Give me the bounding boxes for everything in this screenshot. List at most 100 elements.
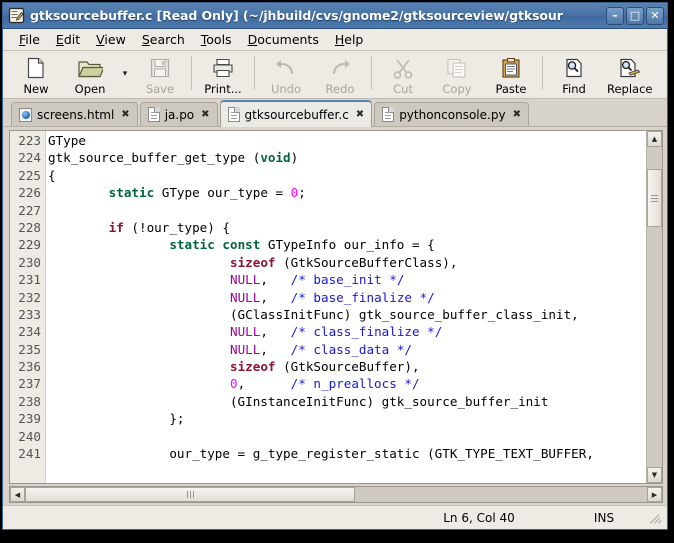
menu-file[interactable]: File [11, 30, 48, 49]
menu-help[interactable]: Help [327, 30, 372, 49]
line-number: 240 [18, 428, 41, 444]
code-token: static [108, 185, 155, 201]
code-token: void [260, 150, 291, 166]
tab-pythonconsole-py[interactable]: pythonconsole.py ✖ [374, 102, 529, 126]
chevron-down-icon[interactable]: ▾ [117, 54, 133, 94]
cut-button[interactable]: Cut [376, 54, 430, 96]
code-token: /* class_finalize */ [290, 324, 443, 340]
paste-button[interactable]: Paste [484, 54, 538, 96]
undo-button[interactable]: Undo [259, 54, 313, 96]
line-number-gutter: 223 224 225 226 227 228 229 230 231 232 233 234 235 2… [10, 131, 46, 483]
cut-button-label: Cut [393, 82, 413, 96]
copy-button[interactable]: Copy [430, 54, 484, 96]
line-number: 226 [18, 185, 41, 201]
find-button[interactable]: Find [547, 54, 601, 96]
tab-label: ja.po [164, 107, 195, 122]
minimize-button[interactable]: – [606, 6, 624, 25]
undo-arrow-icon [274, 55, 298, 81]
line-number: 235 [18, 341, 41, 357]
paste-button-label: Paste [495, 82, 527, 96]
line-number: 227 [18, 202, 41, 218]
code-token: NULL [229, 289, 261, 305]
menu-edit-rest: dit [63, 32, 81, 47]
code-token: , [260, 324, 291, 340]
replace-button[interactable]: Replace [601, 54, 659, 96]
maximize-button[interactable]: □ [626, 6, 644, 25]
insert-mode-indicator: INS [593, 510, 615, 525]
line-number: 236 [18, 359, 41, 375]
tab-screens-html[interactable]: screens.html ✖ [11, 102, 138, 126]
horizontal-scroll-track[interactable] [25, 487, 647, 502]
code-area[interactable]: 223 224 225 226 227 228 229 230 231 232 233 234 235 2… [10, 131, 646, 483]
save-button[interactable]: Save [133, 54, 187, 96]
tab-close-icon[interactable]: ✖ [121, 109, 129, 120]
code-token: , [237, 376, 291, 392]
menu-search[interactable]: Search [134, 30, 193, 49]
code-token: sizeof [229, 359, 276, 375]
editor-view: 223 224 225 226 227 228 229 230 231 232 233 234 235 2… [9, 130, 663, 484]
toolbar: New Open ▾ Save Print... Undo Redo Cut C… [3, 51, 667, 99]
code-token: gtk_source_buffer_get_type ( [48, 150, 261, 166]
menu-documents-mnemonic: D [247, 32, 258, 47]
scroll-up-button[interactable]: ▲ [647, 131, 662, 147]
code-line: sizeof (GtkSourceBufferClass), [48, 254, 646, 271]
close-button[interactable]: ✕ [646, 6, 664, 25]
resize-grip-icon[interactable] [649, 511, 663, 525]
code-token: /* class_data */ [290, 341, 412, 357]
menubar: File Edit View Search Tools Documents He… [3, 29, 667, 51]
code-token: (GInstanceInitFunc) gtk_source_buffer_in… [48, 393, 549, 409]
open-button[interactable]: Open [63, 54, 117, 96]
code-line: 0, /* n_preallocs */ [48, 375, 646, 392]
menu-view-rest: iew [104, 32, 126, 47]
print-button[interactable]: Print... [196, 54, 250, 96]
vertical-scroll-thumb[interactable] [647, 169, 662, 227]
horizontal-scroll-thumb[interactable] [25, 487, 355, 502]
redo-button-label: Redo [325, 82, 355, 96]
line-number: 229 [18, 237, 41, 253]
text-file-icon [227, 107, 240, 122]
toolbar-separator [371, 56, 372, 90]
html-file-icon [19, 107, 32, 122]
tab-ja-po[interactable]: ja.po ✖ [139, 102, 218, 126]
code-line: (GInstanceInitFunc) gtk_source_buffer_in… [48, 393, 646, 410]
statusbar: Ln 6, Col 40 INS [3, 505, 667, 529]
scroll-down-button[interactable]: ▼ [647, 467, 662, 483]
scroll-left-button[interactable]: ◀ [10, 487, 25, 502]
line-number: 237 [18, 376, 41, 392]
clipboard-paste-icon [500, 55, 522, 81]
redo-button[interactable]: Redo [313, 54, 367, 96]
code-token: 0 [229, 376, 238, 392]
save-button-label: Save [145, 82, 175, 96]
copy-button-label: Copy [442, 82, 472, 96]
new-button[interactable]: New [9, 54, 63, 96]
tab-close-icon[interactable]: ✖ [356, 109, 364, 120]
code-token: (!our_type) { [123, 219, 230, 235]
code-token: (GClassInitFunc) gtk_source_buffer_class… [48, 306, 579, 322]
source-code-text[interactable]: GType gtk_source_buffer_get_type (void){ … [46, 131, 646, 483]
vertical-scroll-track[interactable] [647, 147, 662, 467]
tab-close-icon[interactable]: ✖ [513, 109, 521, 120]
code-token: ; [298, 185, 306, 201]
code-line: static GType our_type = 0; [48, 184, 646, 201]
open-folder-icon [77, 55, 103, 81]
menu-tools[interactable]: Tools [193, 30, 240, 49]
code-token: (GtkSourceBufferClass), [275, 254, 458, 270]
menu-documents[interactable]: Documents [240, 30, 327, 49]
tab-close-icon[interactable]: ✖ [201, 109, 209, 120]
titlebar: gtksourcebuffer.c [Read Only] (~/jhbuild… [3, 3, 667, 29]
code-line: sizeof (GtkSourceBuffer), [48, 358, 646, 375]
line-number: 224 [18, 150, 41, 166]
new-button-label: New [23, 82, 49, 96]
tab-gtksourcebuffer-c[interactable]: gtksourcebuffer.c ✖ [219, 100, 373, 127]
vertical-scrollbar[interactable]: ▲ ▼ [646, 131, 662, 483]
menu-view[interactable]: View [88, 30, 134, 49]
scroll-right-button[interactable]: ▶ [647, 487, 662, 502]
horizontal-scrollbar[interactable]: ◀ ▶ [9, 486, 663, 503]
code-token: GType [48, 133, 86, 148]
menu-search-mnemonic: S [141, 32, 150, 47]
menu-edit[interactable]: Edit [48, 30, 88, 49]
